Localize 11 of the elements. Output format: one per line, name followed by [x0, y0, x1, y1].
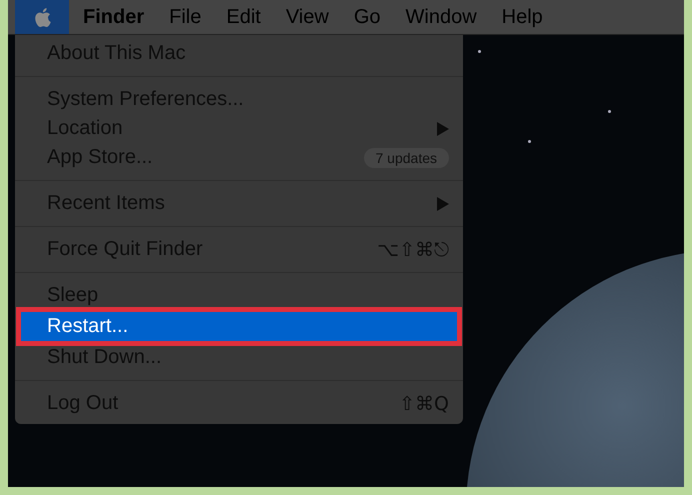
menu-bar-item[interactable]: Edit [226, 6, 261, 28]
menu-item[interactable]: Restart... [21, 312, 457, 341]
menu-bar-item[interactable]: Go [354, 6, 381, 28]
menu-bar-item[interactable]: Window [406, 6, 477, 28]
apple-menu-button[interactable] [15, 0, 69, 34]
menu-bar-item[interactable]: File [169, 6, 202, 28]
apple-logo-icon [34, 6, 50, 28]
menu-bar-item[interactable]: View [286, 6, 329, 28]
keyboard-shortcut: ⌥⇧⌘⎋ [377, 238, 449, 260]
menu-bar-item[interactable]: Help [502, 6, 543, 28]
menu-bar-item[interactable]: Finder [83, 6, 144, 28]
